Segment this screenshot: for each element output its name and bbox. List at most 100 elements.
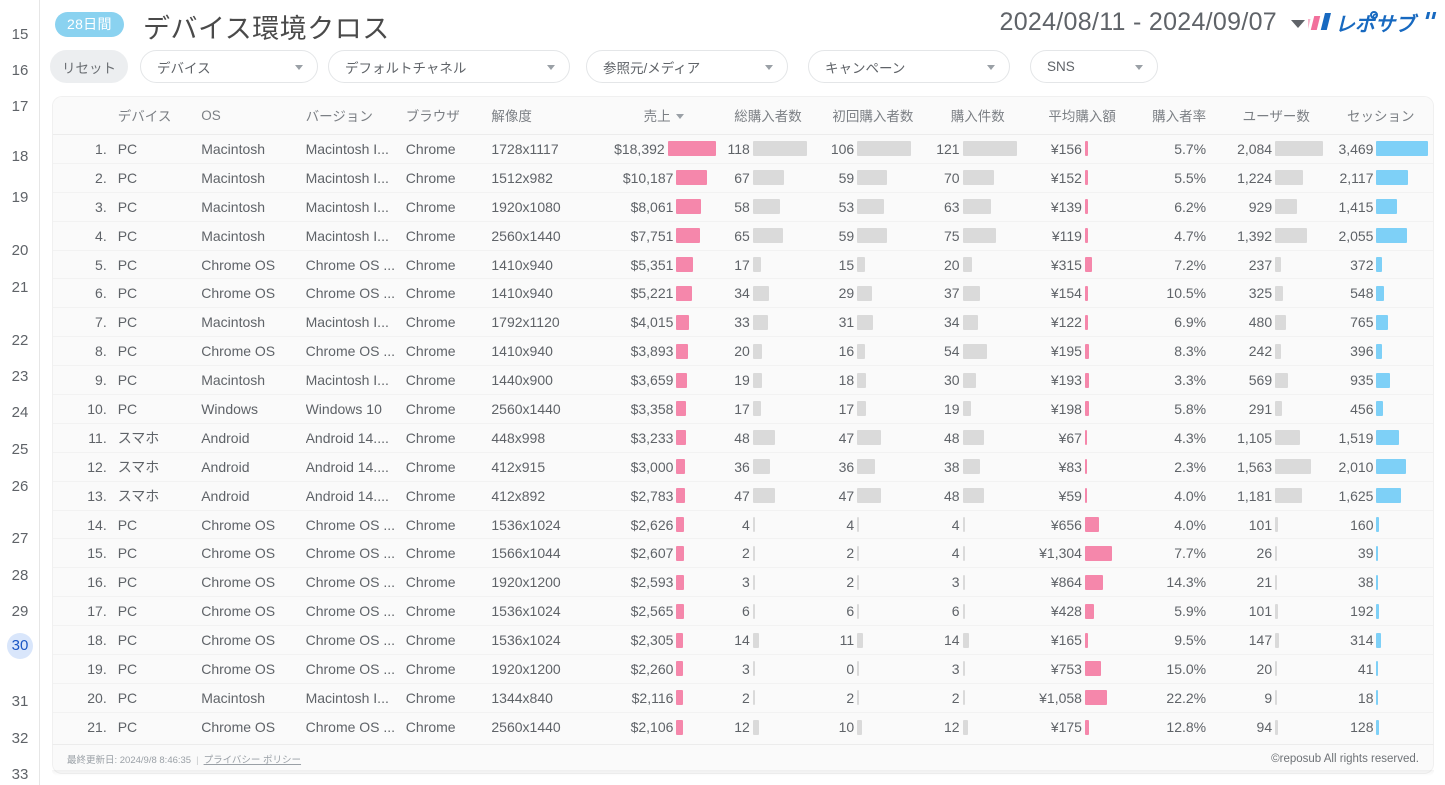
page-number-19[interactable]: 19: [0, 185, 40, 211]
table-row[interactable]: 9.PCMacintoshMacintosh I...Chrome1440x90…: [53, 366, 1433, 395]
table-row[interactable]: 8.PCChrome OSChrome OS ...Chrome1410x940…: [53, 337, 1433, 366]
filter-source[interactable]: 参照元/メディア: [586, 50, 788, 83]
table-row[interactable]: 4.PCMacintoshMacintosh I...Chrome2560x14…: [53, 221, 1433, 250]
column-header-sessions[interactable]: セッション: [1328, 97, 1433, 135]
table-row[interactable]: 21.PCChrome OSChrome OS ...Chrome2560x14…: [53, 712, 1433, 741]
page-number-18[interactable]: 18: [0, 144, 40, 170]
table-row[interactable]: 6.PCChrome OSChrome OS ...Chrome1410x940…: [53, 279, 1433, 308]
table-row[interactable]: 16.PCChrome OSChrome OS ...Chrome1920x12…: [53, 568, 1433, 597]
cell-orders-value: 48: [926, 430, 960, 446]
cell-os: Macintosh: [201, 683, 305, 712]
table-row[interactable]: 17.PCChrome OSChrome OS ...Chrome1536x10…: [53, 597, 1433, 626]
column-header-idx[interactable]: [53, 97, 118, 135]
column-header-rate[interactable]: 購入者率: [1134, 97, 1224, 135]
table-row[interactable]: 15.PCChrome OSChrome OS ...Chrome1566x10…: [53, 539, 1433, 568]
cell-first-value: 2: [820, 690, 854, 706]
filter-reset[interactable]: リセット: [50, 50, 128, 83]
table-row[interactable]: 5.PCChrome OSChrome OS ...Chrome1410x940…: [53, 250, 1433, 279]
column-header-device[interactable]: デバイス: [118, 97, 202, 135]
sort-desc-icon[interactable]: [676, 114, 684, 119]
table-row[interactable]: 20.PCMacintoshMacintosh I...Chrome1344x8…: [53, 683, 1433, 712]
filter-device[interactable]: デバイス: [140, 50, 318, 83]
card-shadow: [52, 770, 1434, 776]
cell-avg-bar: [1085, 199, 1088, 214]
cell-rate: 5.5%: [1134, 163, 1224, 192]
cell-avg-value: ¥198: [1030, 401, 1082, 417]
page-number-30[interactable]: 30: [0, 633, 40, 659]
chevron-down-icon[interactable]: [295, 65, 303, 70]
column-header-buyers[interactable]: 総購入者数: [716, 97, 820, 135]
cell-idx: 9.: [53, 366, 118, 395]
page-number-27[interactable]: 27: [0, 526, 40, 552]
table-row[interactable]: 13.スマホAndroidAndroid 14....Chrome412x892…: [53, 481, 1433, 510]
filter-sns[interactable]: SNS: [1030, 50, 1158, 83]
column-header-users[interactable]: ユーザー数: [1224, 97, 1328, 135]
cell-users-value: 480: [1224, 314, 1272, 330]
table-row[interactable]: 12.スマホAndroidAndroid 14....Chrome412x915…: [53, 452, 1433, 481]
column-header-ver[interactable]: バージョン: [306, 97, 406, 135]
page-number-25[interactable]: 25: [0, 437, 40, 463]
cell-browser: Chrome: [406, 221, 492, 250]
table-row[interactable]: 3.PCMacintoshMacintosh I...Chrome1920x10…: [53, 192, 1433, 221]
page-number-23[interactable]: 23: [0, 364, 40, 390]
table-row[interactable]: 11.スマホAndroidAndroid 14....Chrome448x998…: [53, 423, 1433, 452]
filter-campaign[interactable]: キャンペーン: [808, 50, 1010, 83]
cell-os: Macintosh: [201, 366, 305, 395]
cell-first: 31: [820, 308, 925, 337]
cell-buyers: 47: [716, 481, 820, 510]
page-number-26[interactable]: 26: [0, 474, 40, 500]
cell-orders: 2: [926, 683, 1030, 712]
table-row[interactable]: 14.PCChrome OSChrome OS ...Chrome1536x10…: [53, 510, 1433, 539]
cell-first-value: 47: [820, 430, 854, 446]
page-number-17[interactable]: 17: [0, 94, 40, 120]
page-number-label: 15: [7, 22, 33, 48]
cell-device: PC: [118, 163, 202, 192]
table-row[interactable]: 10.PCWindowsWindows 10Chrome2560x1440$3,…: [53, 395, 1433, 424]
table-row[interactable]: 19.PCChrome OSChrome OS ...Chrome1920x12…: [53, 655, 1433, 684]
cell-avg-value: ¥193: [1030, 372, 1082, 388]
page-number-24[interactable]: 24: [0, 400, 40, 426]
cell-orders: 12: [926, 712, 1030, 741]
cell-sessions-bar: [1376, 373, 1390, 388]
page-number-16[interactable]: 16: [0, 58, 40, 84]
column-header-avg[interactable]: 平均購入額: [1030, 97, 1134, 135]
column-header-os[interactable]: OS: [201, 97, 305, 135]
chevron-down-icon[interactable]: [1291, 20, 1305, 28]
page-number-28[interactable]: 28: [0, 563, 40, 589]
column-header-sales[interactable]: 売上: [611, 97, 715, 135]
cell-sales-bar: [676, 633, 683, 648]
column-header-browser[interactable]: ブラウザ: [406, 97, 492, 135]
period-badge[interactable]: 28日間: [55, 12, 124, 37]
chevron-down-icon[interactable]: [547, 65, 555, 70]
column-header-res[interactable]: 解像度: [491, 97, 611, 135]
page-number-22[interactable]: 22: [0, 328, 40, 354]
column-header-orders[interactable]: 購入件数: [926, 97, 1030, 135]
table-row[interactable]: 18.PCChrome OSChrome OS ...Chrome1536x10…: [53, 626, 1433, 655]
chevron-down-icon[interactable]: [1135, 65, 1143, 70]
cell-sessions-value: 2,055: [1328, 228, 1373, 244]
cell-avg-bar: [1085, 141, 1088, 156]
page-number-15[interactable]: 15: [0, 22, 40, 48]
page-number-32[interactable]: 32: [0, 726, 40, 752]
chevron-down-icon[interactable]: [987, 65, 995, 70]
cell-rate: 4.0%: [1134, 510, 1224, 539]
page-number-21[interactable]: 21: [0, 275, 40, 301]
cell-first: 47: [820, 423, 925, 452]
column-header-first[interactable]: 初回購入者数: [820, 97, 925, 135]
date-range-value[interactable]: 2024/08/11 - 2024/09/07: [999, 8, 1277, 37]
page-number-20[interactable]: 20: [0, 238, 40, 264]
page-number-29[interactable]: 29: [0, 599, 40, 625]
cell-users-value: 94: [1224, 719, 1272, 735]
filter-channel[interactable]: デフォルトチャネル: [328, 50, 570, 83]
table-row[interactable]: 7.PCMacintoshMacintosh I...Chrome1792x11…: [53, 308, 1433, 337]
page-number-33[interactable]: 33: [0, 762, 40, 785]
cell-avg: ¥67: [1030, 423, 1134, 452]
privacy-policy-link[interactable]: プライバシー ポリシー: [204, 755, 301, 766]
page-number-31[interactable]: 31: [0, 689, 40, 715]
table-row[interactable]: 2.PCMacintoshMacintosh I...Chrome1512x98…: [53, 163, 1433, 192]
table-row[interactable]: 1.PCMacintoshMacintosh I...Chrome1728x11…: [53, 135, 1433, 164]
chevron-down-icon[interactable]: [765, 65, 773, 70]
cell-first: 10: [820, 712, 925, 741]
cell-users-value: 291: [1224, 401, 1272, 417]
cell-avg: ¥83: [1030, 452, 1134, 481]
